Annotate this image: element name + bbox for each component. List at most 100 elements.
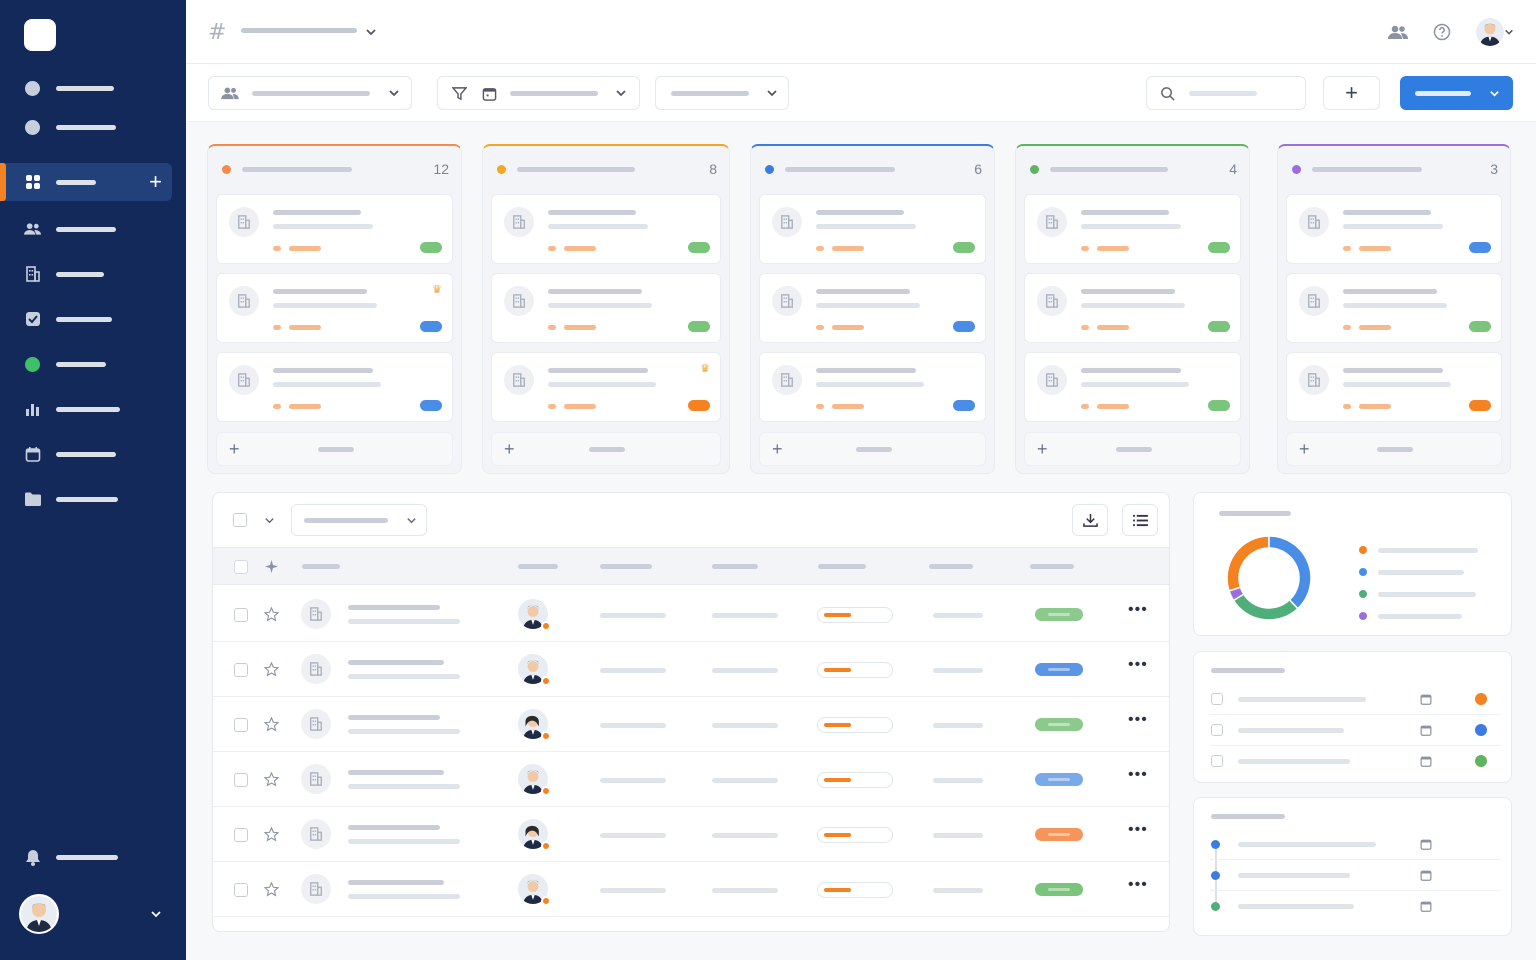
download-button[interactable] [1072, 504, 1108, 536]
chevron-down-icon[interactable] [150, 908, 162, 920]
sidebar-item-tasks[interactable] [0, 300, 186, 338]
deal-card[interactable] [491, 273, 721, 343]
add-card-button[interactable]: + [216, 432, 453, 466]
view-dropdown[interactable] [655, 76, 789, 110]
column-header[interactable]: 12 [208, 146, 461, 190]
search-input[interactable] [1146, 76, 1306, 110]
plus-icon[interactable]: + [149, 171, 162, 193]
date-filter-dropdown[interactable] [437, 76, 640, 110]
table-row[interactable]: ••• [213, 642, 1169, 697]
table-row[interactable]: ••• [213, 862, 1169, 917]
deal-name[interactable] [348, 825, 440, 830]
add-card-button[interactable]: + [759, 432, 986, 466]
add-card-button[interactable]: + [1286, 432, 1502, 466]
column-header[interactable] [712, 564, 758, 569]
more-options-icon[interactable]: ••• [1128, 601, 1148, 619]
deal-card[interactable] [759, 352, 986, 422]
deal-card[interactable] [491, 194, 721, 264]
task-row[interactable] [1210, 746, 1500, 777]
deal-card[interactable] [1024, 352, 1241, 422]
owner-avatar[interactable] [518, 874, 551, 906]
column-header[interactable] [302, 564, 340, 569]
row-checkbox[interactable] [234, 608, 248, 622]
owner-avatar[interactable] [518, 599, 551, 631]
deal-card[interactable] [216, 352, 453, 422]
filter-icon[interactable] [452, 86, 467, 101]
owner-filter-dropdown[interactable] [208, 76, 412, 110]
owner-avatar[interactable] [518, 654, 551, 686]
chevron-down-icon[interactable] [1504, 27, 1514, 37]
sidebar-item-1[interactable] [0, 69, 186, 107]
deal-card[interactable] [759, 194, 986, 264]
column-header[interactable] [1030, 564, 1074, 569]
column-header[interactable] [600, 564, 652, 569]
more-options-icon[interactable]: ••• [1128, 766, 1148, 784]
deal-card[interactable]: ♛ [491, 352, 721, 422]
add-card-button[interactable]: + [491, 432, 721, 466]
more-options-icon[interactable]: ••• [1128, 656, 1148, 674]
column-header[interactable]: 3 [1278, 146, 1510, 190]
select-all-checkbox[interactable] [233, 513, 247, 527]
activity-item[interactable] [1210, 829, 1500, 860]
deal-card[interactable] [1024, 194, 1241, 264]
sidebar-item-companies[interactable] [0, 255, 186, 293]
column-header[interactable] [818, 564, 866, 569]
column-header[interactable]: 4 [1016, 146, 1249, 190]
chevron-down-icon[interactable] [264, 515, 275, 526]
column-header[interactable]: 8 [483, 146, 729, 190]
bulk-action-dropdown[interactable] [291, 504, 427, 536]
more-options-icon[interactable]: ••• [1128, 876, 1148, 894]
sidebar-item-users[interactable] [0, 210, 186, 248]
deal-card[interactable] [216, 194, 453, 264]
row-checkbox[interactable] [234, 718, 248, 732]
add-card-button[interactable]: + [1024, 432, 1241, 466]
star-icon[interactable] [264, 607, 279, 622]
deal-name[interactable] [348, 770, 444, 775]
owner-avatar[interactable] [518, 819, 551, 851]
column-header[interactable] [929, 564, 973, 569]
more-options-icon[interactable]: ••• [1128, 711, 1148, 729]
deal-card[interactable]: ♛ [216, 273, 453, 343]
row-checkbox[interactable] [234, 883, 248, 897]
task-row[interactable] [1210, 684, 1500, 715]
sidebar-item-reports[interactable] [0, 390, 186, 428]
deal-name[interactable] [348, 715, 440, 720]
primary-action-button[interactable] [1400, 76, 1513, 110]
sidebar-item-files[interactable] [0, 480, 186, 518]
activity-item[interactable] [1210, 891, 1500, 922]
row-checkbox[interactable] [234, 663, 248, 677]
team-icon[interactable] [1386, 20, 1410, 44]
column-header[interactable] [518, 564, 558, 569]
deal-card[interactable] [1024, 273, 1241, 343]
deal-name[interactable] [348, 660, 444, 665]
table-row[interactable]: ••• [213, 587, 1169, 642]
sidebar-item-notifications[interactable] [0, 838, 186, 876]
star-icon[interactable] [264, 772, 279, 787]
profile-avatar[interactable] [1476, 18, 1504, 46]
task-checkbox[interactable] [1211, 693, 1223, 705]
star-icon[interactable] [264, 662, 279, 677]
row-checkbox[interactable] [234, 773, 248, 787]
row-checkbox[interactable] [234, 828, 248, 842]
activity-item[interactable] [1210, 860, 1500, 891]
sidebar-item-status[interactable] [0, 345, 186, 383]
column-header[interactable]: 6 [751, 146, 994, 190]
sidebar-item-2[interactable] [0, 108, 186, 146]
more-options-icon[interactable]: ••• [1128, 821, 1148, 839]
task-checkbox[interactable] [1211, 724, 1223, 736]
owner-avatar[interactable] [518, 709, 551, 741]
user-avatar[interactable] [19, 894, 59, 934]
table-row[interactable]: ••• [213, 807, 1169, 862]
sidebar-item-boards[interactable]: + [0, 163, 172, 201]
app-logo[interactable] [24, 19, 56, 51]
task-row[interactable] [1210, 715, 1500, 746]
star-icon[interactable] [264, 827, 279, 842]
table-row[interactable]: ••• [213, 752, 1169, 807]
deal-card[interactable] [1286, 273, 1502, 343]
owner-avatar[interactable] [518, 764, 551, 796]
deal-name[interactable] [348, 880, 444, 885]
add-button[interactable]: + [1323, 76, 1380, 110]
list-view-button[interactable] [1122, 504, 1158, 536]
header-checkbox[interactable] [234, 560, 248, 574]
star-icon[interactable] [264, 882, 279, 897]
